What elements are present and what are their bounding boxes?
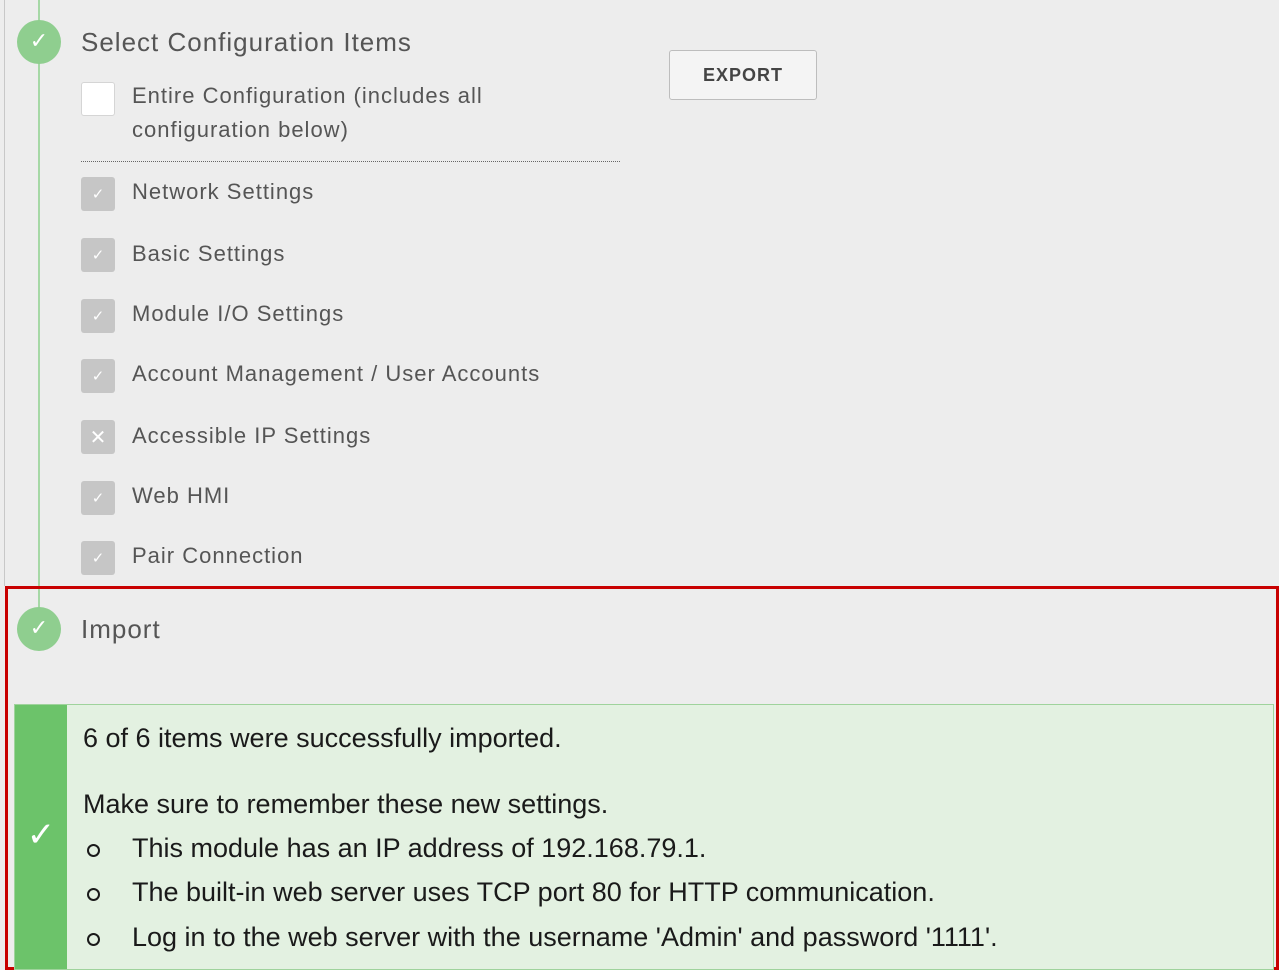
configuration-panel: ✓ Select Configuration Items Entire Conf… [0, 0, 1279, 970]
accessible-ip-settings-label: Accessible IP Settings [132, 423, 372, 448]
settings-reminder-text: Make sure to remember these new settings… [83, 789, 609, 819]
ip-address-note: This module has an IP address of 192.168… [132, 833, 707, 863]
account-management-checkbox: ✓ [81, 359, 115, 393]
basic-settings-label: Basic Settings [132, 241, 286, 266]
checkmark-icon: ✓ [91, 367, 105, 385]
pair-connection-label: Pair Connection [132, 543, 304, 568]
import-title: Import [81, 614, 161, 644]
panel-left-border [4, 0, 5, 586]
bullet-icon [87, 888, 100, 901]
bullet-icon [87, 933, 100, 946]
basic-settings-checkbox: ✓ [81, 238, 115, 272]
checkmark-icon: ✓ [91, 246, 105, 264]
separator [81, 161, 620, 162]
entire-configuration-checkbox[interactable] [81, 82, 115, 116]
step-timeline [38, 0, 40, 612]
web-server-port-note: The built-in web server uses TCP port 80… [132, 877, 935, 907]
network-settings-checkbox: ✓ [81, 177, 115, 211]
import-step-check-icon: ✓ [17, 607, 61, 651]
checkmark-icon: ✓ [91, 185, 105, 203]
login-credentials-note: Log in to the web server with the userna… [132, 922, 998, 952]
success-check-icon: ✓ [26, 815, 56, 855]
accessible-ip-settings-checkbox: ✕ [81, 420, 115, 454]
web-hmi-label: Web HMI [132, 483, 231, 508]
entire-configuration-label: Entire Configuration (includes all confi… [132, 83, 483, 142]
pair-connection-checkbox: ✓ [81, 541, 115, 575]
bullet-icon [87, 844, 100, 857]
export-button[interactable]: EXPORT [669, 50, 817, 100]
x-icon: ✕ [89, 425, 107, 449]
import-success-alert: ✓ 6 of 6 items were successfully importe… [14, 704, 1274, 970]
checkmark-icon: ✓ [91, 549, 105, 567]
checkmark-icon: ✓ [91, 307, 105, 325]
module-io-settings-checkbox: ✓ [81, 299, 115, 333]
web-hmi-checkbox: ✓ [81, 481, 115, 515]
import-summary-text: 6 of 6 items were successfully imported. [83, 723, 562, 753]
step-complete-check-icon: ✓ [17, 20, 61, 64]
module-io-settings-label: Module I/O Settings [132, 301, 345, 326]
select-configuration-title: Select Configuration Items [81, 27, 412, 57]
network-settings-label: Network Settings [132, 179, 315, 204]
checkmark-icon: ✓ [91, 489, 105, 507]
account-management-label: Account Management / User Accounts [132, 361, 541, 386]
